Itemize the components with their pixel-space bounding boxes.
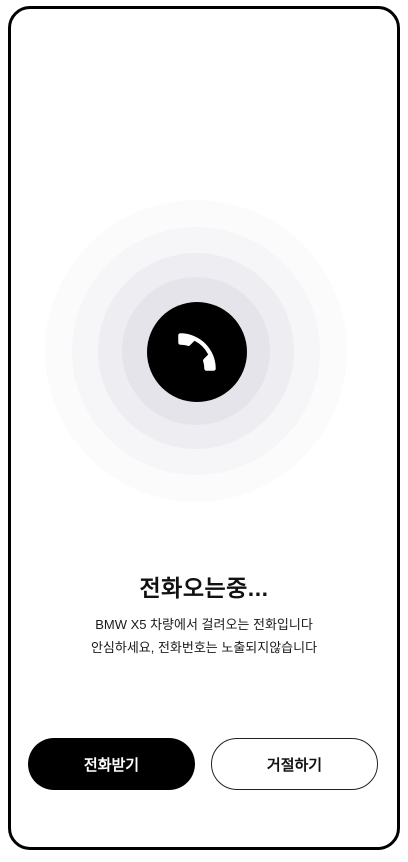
- caller-description: BMW X5 차량에서 걸려오는 전화입니다: [95, 617, 313, 632]
- decline-call-button[interactable]: 거절하기: [211, 738, 378, 790]
- call-avatar-circle: [147, 302, 247, 402]
- incoming-call-screen: 전화오는중... BMW X5 차량에서 걸려오는 전화입니다 안심하세요, 전…: [8, 6, 400, 850]
- accept-call-button[interactable]: 전화받기: [28, 738, 195, 790]
- privacy-notice: 안심하세요, 전화번호는 노출되지않습니다: [90, 640, 318, 655]
- call-status-title: 전화오는중...: [139, 575, 269, 601]
- phone-icon: [172, 327, 222, 377]
